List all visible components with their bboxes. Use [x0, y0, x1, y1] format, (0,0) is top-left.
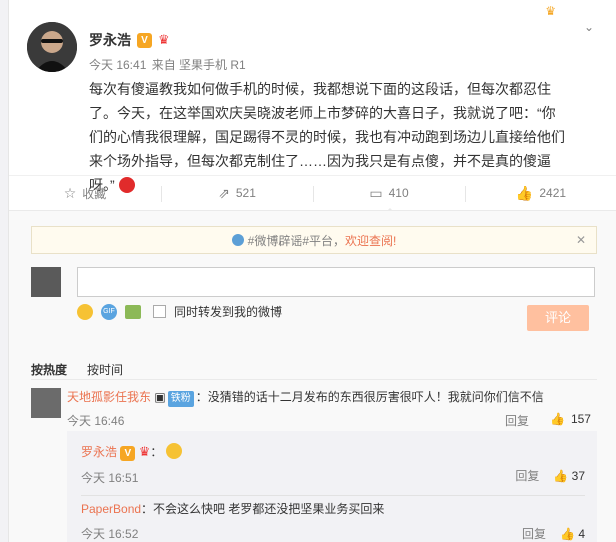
reply-like-count: 4 [578, 526, 585, 541]
close-icon[interactable]: ✕ [576, 233, 586, 247]
comment-input[interactable] [77, 267, 595, 297]
action-bar: ☆ 收藏 ⇗ 521 ▭ 410 👍 2421 [9, 175, 616, 211]
verified-badge-icon: V [120, 446, 136, 461]
reply-actions: 回复 👍 4 [522, 525, 585, 542]
thumbs-up-icon: 👍 [515, 184, 534, 201]
reply-button[interactable]: 回复 [515, 467, 539, 484]
comment-icon: ▭ [369, 184, 383, 201]
reply-thread: 罗永浩 V ♛： 今天 16:51 回复 👍 37 PaperBond：不会这么… [67, 431, 597, 542]
comment-user[interactable]: 天地孤影任我东 [67, 390, 151, 404]
thumbs-up-icon: 👍 [553, 468, 569, 483]
crown-icon: ♛ [545, 4, 556, 18]
sort-by-hot[interactable]: 按热度 [31, 361, 67, 378]
notice-prefix: #微博辟谣#平台， [247, 233, 345, 248]
reply-user[interactable]: PaperBond [81, 502, 141, 516]
thumbs-up-icon: 👍 [550, 412, 565, 426]
reply-divider [81, 495, 585, 496]
comment-avatar[interactable] [31, 388, 61, 418]
post-meta: 今天 16:41 来自 坚果手机 R1 [89, 56, 248, 73]
image-icon[interactable] [125, 304, 141, 319]
more-options-chevron-icon[interactable]: ⌄ [584, 20, 594, 34]
reply-like-button[interactable]: 👍 4 [560, 527, 585, 541]
compose-tools: GIF 同时转发到我的微博 [77, 303, 282, 320]
comment-area: #微博辟谣#平台， 欢迎查阅! ✕ GIF 同时转发到我的微博 评论 按热度 按… [9, 211, 616, 542]
repost-count: 521 [235, 186, 256, 200]
sort-divider [31, 379, 597, 380]
comment-sort: 按热度 按时间 [31, 361, 123, 378]
like-button[interactable]: 👍 2421 [465, 176, 616, 210]
post-author: 罗永浩 V ♛ [89, 30, 170, 50]
verified-badge-icon[interactable]: V [137, 32, 152, 48]
repost-checkbox-label[interactable]: 同时转发到我的微博 [174, 303, 282, 320]
sunglasses-emoji-icon [166, 443, 183, 459]
rumor-notice: #微博辟谣#平台， 欢迎查阅! ✕ [31, 226, 597, 254]
reply-item: PaperBond：不会这么快吧 老罗都还没把坚果业务买回来 今天 16:52 … [81, 501, 585, 542]
author-name[interactable]: 罗永浩 [89, 30, 131, 50]
comment-count: 410 [388, 186, 409, 200]
gif-icon[interactable]: GIF [101, 303, 117, 320]
comment-time: 今天 16:46 [67, 414, 125, 428]
reply-like-button[interactable]: 👍 37 [553, 469, 585, 483]
fan-badge: 铁粉 [167, 391, 194, 407]
star-icon: ☆ [63, 184, 77, 201]
reply-time: 今天 16:52 [81, 527, 139, 541]
reply-text: ： [150, 445, 163, 459]
like-count: 2421 [539, 186, 567, 200]
member-crown-icon[interactable]: ♛ [158, 32, 170, 48]
emoji-icon[interactable] [77, 303, 93, 320]
weibo-post-card: ♛ ⌄ 罗永浩 V ♛ 今天 16:41 来自 坚果手机 R1 每次有傻逼教我如… [8, 0, 616, 542]
reply-button[interactable]: 回复 [522, 525, 546, 542]
submit-comment-button[interactable]: 评论 [527, 305, 589, 331]
sort-by-time[interactable]: 按时间 [87, 361, 123, 378]
reply-user[interactable]: 罗永浩 [81, 445, 117, 459]
repost-checkbox[interactable] [153, 305, 166, 318]
reply-actions: 回复 👍 37 [515, 467, 585, 484]
author-avatar[interactable] [27, 22, 77, 72]
comment-reply-button[interactable]: 回复 [505, 412, 529, 429]
profile-link-icon: ▣ [154, 390, 166, 404]
thumbs-up-icon: 👍 [560, 526, 575, 541]
repost-button[interactable]: ⇗ 521 [161, 176, 313, 210]
comment-text: ：没猜错的话十二月发布的东西很厉害很吓人！我就问你们信不信 [195, 390, 544, 404]
info-icon [231, 234, 244, 246]
reply-item: 罗永浩 V ♛： 今天 16:51 回复 👍 37 [81, 443, 585, 486]
avatar-portrait-icon [27, 22, 77, 72]
favorite-label: 收藏 [82, 186, 107, 201]
notice-link[interactable]: 欢迎查阅! [345, 232, 396, 249]
comment-body: 天地孤影任我东 ▣ 铁粉 ：没猜错的话十二月发布的东西很厉害很吓人！我就问你们信不信 [67, 389, 544, 407]
member-crown-icon: ♛ [138, 444, 151, 459]
comment-like-count: 157 [570, 412, 591, 426]
post-source: 来自 坚果手机 R1 [151, 58, 246, 72]
comment-like-button[interactable]: 👍 157 [550, 412, 591, 426]
post-time[interactable]: 今天 16:41 [89, 58, 146, 72]
comment-button[interactable]: ▭ 410 [313, 176, 465, 210]
favorite-button[interactable]: ☆ 收藏 [9, 176, 161, 210]
reply-text: ：不会这么快吧 老罗都还没把坚果业务买回来 [141, 502, 385, 516]
current-user-avatar [31, 267, 61, 297]
reply-time: 今天 16:51 [81, 471, 139, 485]
reply-like-count: 37 [571, 468, 585, 483]
repost-icon: ⇗ [218, 184, 230, 201]
